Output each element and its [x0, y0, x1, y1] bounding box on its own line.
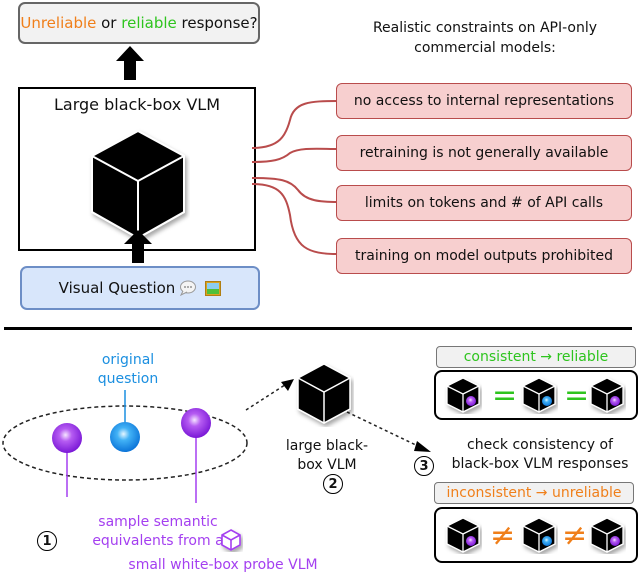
response-cube-purple-icon [588, 516, 626, 554]
mini-cube-svg [522, 377, 556, 413]
reliable-text: reliable [121, 14, 177, 32]
not-equal-symbol: ≠ [490, 518, 516, 553]
constraint-item: training on model outputs prohibited [336, 238, 632, 274]
equal-symbol: = [492, 378, 518, 413]
purple-sphere-icon [52, 423, 82, 453]
connector-4 [251, 183, 339, 255]
black-box-vlm-panel: Large black-box VLM [18, 87, 256, 251]
constraint-item: no access to internal representations [336, 83, 632, 119]
response-sphere [542, 536, 552, 546]
connector-2 [251, 147, 339, 163]
purple-sphere-icon [181, 408, 211, 438]
inconsistent-responses-box: ≠ ≠ [434, 507, 638, 563]
blue-sphere-icon [110, 422, 140, 452]
constraints-title-line1: Realistic constraints on API-only [372, 20, 598, 36]
sample-cluster [2, 390, 248, 503]
constraint-item: retraining is not generally available [336, 135, 632, 171]
sample-line2: equivalents from a [92, 533, 224, 549]
visual-question-label: Visual Question [58, 279, 176, 297]
arrow-up-icon [116, 46, 144, 80]
unreliable-text: Unreliable [20, 14, 97, 32]
white-box-cube-icon [221, 529, 241, 551]
inconsistent-text: inconsistent → unreliable [446, 485, 622, 501]
mini-cube-svg [590, 517, 624, 553]
mini-cube-svg [522, 517, 556, 553]
original-question-line1: original [101, 352, 155, 368]
response-cube-blue-icon [520, 376, 558, 414]
consistent-label: consistent → reliable [436, 346, 636, 368]
response-cube-purple-icon [444, 376, 482, 414]
step-2-number: 2 [328, 476, 338, 492]
connector-3 [251, 177, 339, 203]
step-1-badge: 1 [37, 531, 57, 551]
response-cube-purple-icon [588, 376, 626, 414]
response-cube-blue-icon [520, 516, 558, 554]
constraint-text: limits on tokens and # of API calls [364, 195, 604, 211]
vlm-title: Large black-box VLM [53, 95, 220, 114]
black-cube-icon [91, 129, 185, 240]
visual-question-box: Visual Question [20, 266, 260, 310]
mini-cube-svg [590, 377, 624, 413]
sample-equivalents-label: sample semantic equivalents from a [78, 513, 238, 551]
large-vlm-line2: box VLM [297, 457, 357, 473]
connector-1 [251, 100, 339, 149]
step-3-number: 3 [419, 458, 429, 474]
constraint-text: no access to internal representations [353, 93, 615, 109]
inconsistent-label: inconsistent → unreliable [434, 482, 634, 504]
consistent-responses-box: = = [434, 370, 638, 420]
equal-symbol: = [564, 378, 590, 413]
arrowhead-icon [281, 379, 294, 391]
section-divider [4, 327, 632, 330]
mini-cube-svg [446, 517, 480, 553]
step-2-badge: 2 [323, 474, 343, 494]
mini-cube-svg [446, 377, 480, 413]
large-vlm-line1: large black- [285, 438, 369, 454]
response-sphere [466, 396, 476, 406]
sample-line1: sample semantic [98, 514, 218, 530]
consistent-text: consistent → reliable [463, 349, 609, 365]
check-line1: check consistency of [467, 437, 613, 453]
dashed-arrow-to-vlm [245, 382, 289, 411]
not-equal-symbol: ≠ [562, 518, 588, 553]
response-sphere [610, 396, 620, 406]
constraint-item: limits on tokens and # of API calls [336, 185, 632, 221]
response-sphere [466, 536, 476, 546]
response-text: response? [176, 14, 258, 32]
check-consistency-label: check consistency of black-box VLM respo… [440, 436, 640, 474]
constraint-text: retraining is not generally available [359, 145, 609, 161]
arrowhead-icon [414, 441, 431, 452]
response-question-box: Unreliable or reliable response? [18, 2, 260, 44]
constraint-text: training on model outputs prohibited [355, 248, 613, 264]
large-vlm-label: large black- box VLM [272, 437, 382, 475]
sample-line3: small white-box probe VLM [128, 557, 318, 573]
constraints-title-line2: commercial models: [414, 40, 556, 56]
arrow-up-icon [124, 230, 152, 263]
probe-vlm-label: small white-box probe VLM [113, 556, 333, 575]
step-1-number: 1 [42, 533, 52, 549]
black-cube-icon [297, 363, 351, 424]
constraint-connectors [251, 100, 339, 255]
response-cube-purple-icon [444, 516, 482, 554]
check-line2: black-box VLM responses [451, 456, 629, 472]
speech-bubble-icon [180, 280, 197, 296]
response-sphere [610, 536, 620, 546]
original-question-label: original question [88, 351, 168, 389]
or-text: or [96, 14, 122, 32]
image-icon [205, 280, 222, 296]
response-sphere [542, 396, 552, 406]
constraints-title: Realistic constraints on API-only commer… [335, 18, 635, 58]
step-3-badge: 3 [414, 456, 434, 476]
